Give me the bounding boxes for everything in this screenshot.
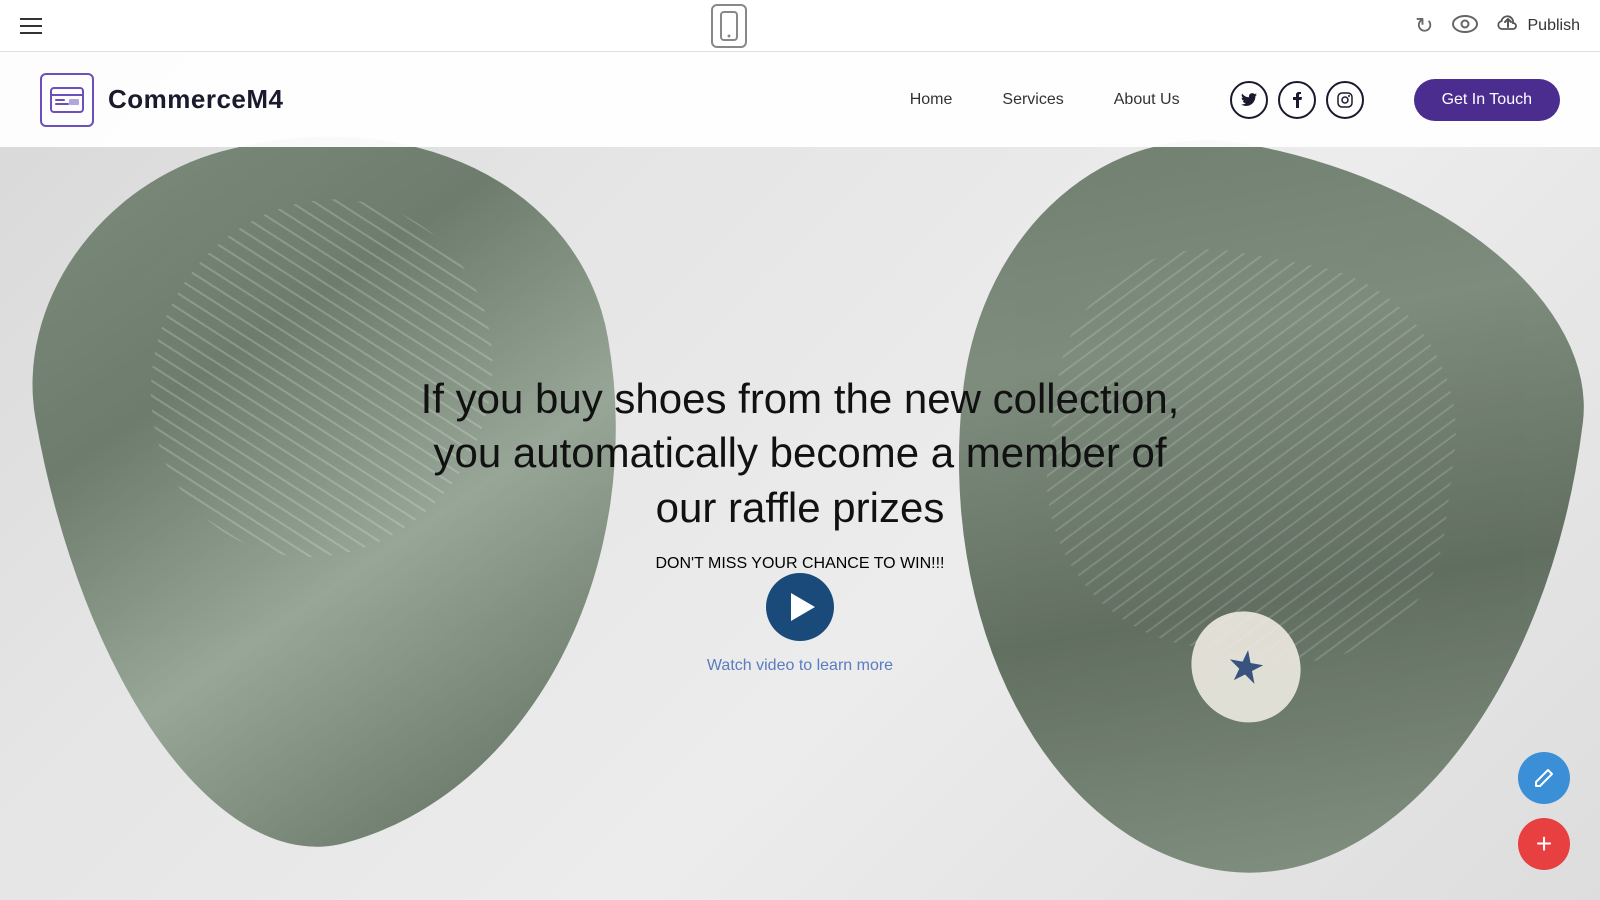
publish-label: Publish [1528,17,1580,35]
nav-item-about[interactable]: About Us [1114,91,1180,109]
hero-section: ★ If you buy shoes from the new collecti… [0,52,1600,900]
website-preview: ★ If you buy shoes from the new collecti… [0,52,1600,900]
play-icon [791,593,815,621]
fab-container: + [1518,752,1570,870]
toolbar-left [20,18,42,34]
site-header: CommerceM4 Home Services About Us [0,52,1600,147]
hero-headline: If you buy shoes from the new collection… [420,372,1180,536]
publish-button[interactable]: Publish [1496,13,1580,38]
hamburger-menu[interactable] [20,18,42,34]
nav-link-about[interactable]: About Us [1114,91,1180,108]
site-name: CommerceM4 [108,84,284,115]
nav-item-services[interactable]: Services [1002,91,1063,109]
undo-icon[interactable]: ↺ [1415,13,1433,39]
add-fab-button[interactable]: + [1518,818,1570,870]
twitter-social-button[interactable] [1230,81,1268,119]
hero-subheadline: DON'T MISS YOUR CHANCE TO WIN!!! [655,555,944,573]
social-links [1230,81,1364,119]
edit-fab-button[interactable] [1518,752,1570,804]
plus-icon: + [1536,828,1552,860]
toolbar: ↺ Publish [0,0,1600,52]
nav-link-services[interactable]: Services [1002,91,1063,108]
toolbar-center [711,4,747,48]
instagram-social-button[interactable] [1326,81,1364,119]
preview-icon[interactable] [1452,13,1478,39]
site-nav: Home Services About Us [910,79,1560,121]
facebook-social-button[interactable] [1278,81,1316,119]
play-video-button[interactable] [766,573,834,641]
nav-item-home[interactable]: Home [910,91,953,109]
logo-area: CommerceM4 [40,73,284,127]
hero-content: If you buy shoes from the new collection… [0,52,1600,900]
logo-icon [40,73,94,127]
watch-video-link[interactable]: Watch video to learn more [707,657,893,675]
get-in-touch-button[interactable]: Get In Touch [1414,79,1560,121]
nav-link-home[interactable]: Home [910,91,953,108]
toolbar-right: ↺ Publish [1415,13,1580,39]
mobile-preview-icon[interactable] [711,4,747,48]
cloud-upload-icon [1496,13,1520,38]
nav-links: Home Services About Us [910,91,1180,109]
